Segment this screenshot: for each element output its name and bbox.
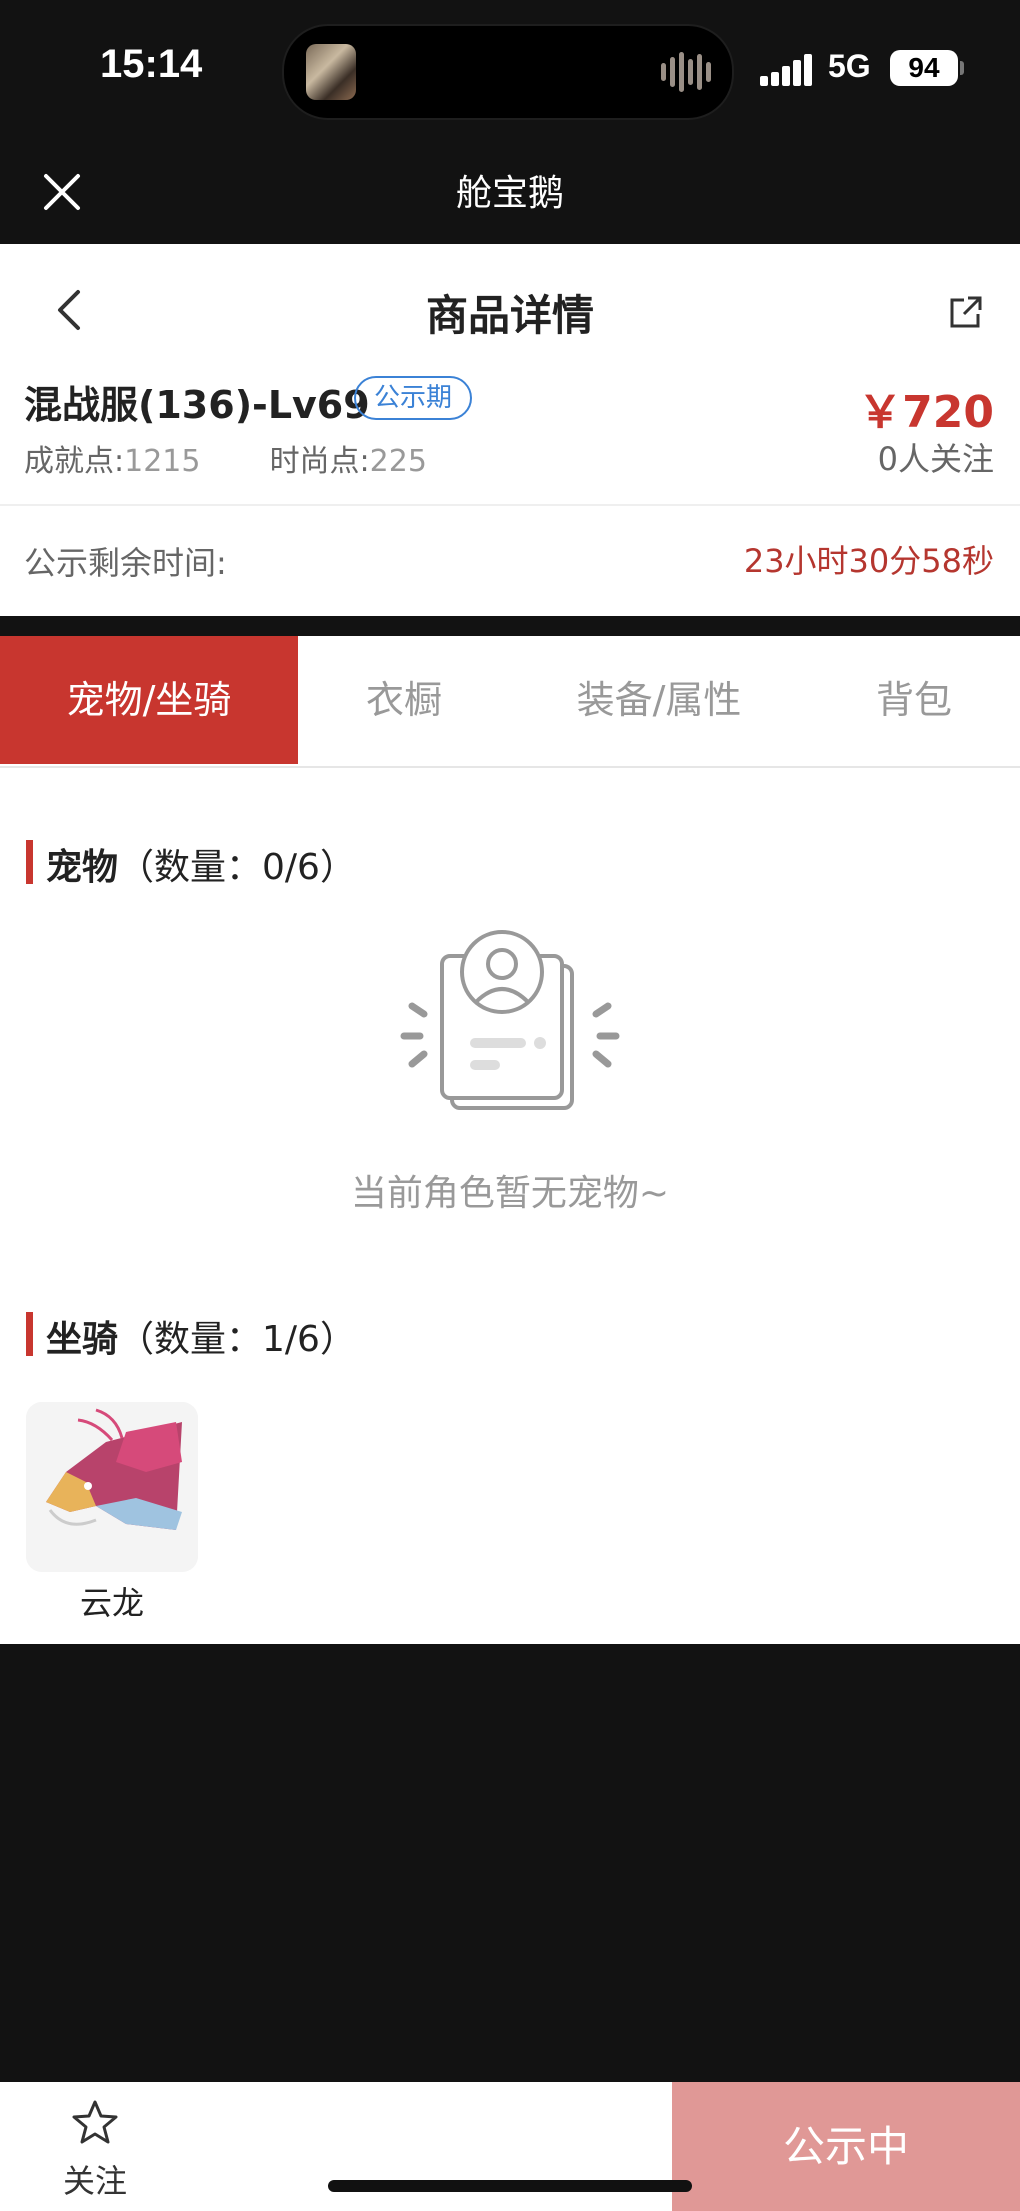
price: ￥720 — [858, 387, 994, 438]
empty-pets-icon — [400, 930, 620, 1110]
publicity-status-button[interactable]: 公示中 — [672, 2082, 1020, 2211]
empty-pets-text: 当前角色暂无宠物~ — [350, 1173, 670, 1214]
tab-pets-mounts[interactable]: 宠物/坐骑 — [0, 636, 298, 764]
achievement-value: 1215 — [124, 444, 201, 479]
home-indicator[interactable] — [328, 2180, 692, 2192]
timer-value: 23小时30分58秒 — [743, 542, 994, 580]
divider — [0, 504, 1020, 506]
share-icon[interactable] — [948, 294, 984, 330]
audio-wave-icon — [659, 52, 719, 92]
status-badge: 公示期 — [354, 376, 473, 420]
mounts-title: 坐骑 — [46, 1319, 119, 1360]
dragon-icon — [26, 1402, 198, 1572]
section-marker — [26, 1312, 33, 1356]
achievement-label: 成就点: — [24, 444, 125, 479]
signal-icon — [760, 54, 815, 86]
app-title: 舱宝鹅 — [455, 173, 564, 214]
now-playing-thumbnail — [306, 44, 356, 100]
mounts-count: （数量：1/6） — [118, 1319, 356, 1360]
mount-name: 云龙 — [79, 1584, 144, 1622]
pets-title: 宠物 — [46, 847, 119, 888]
tab-equipment[interactable]: 装备/属性 — [510, 636, 808, 764]
follower-count: 0人关注 — [877, 440, 994, 478]
tab-wardrobe[interactable]: 衣橱 — [298, 636, 510, 764]
battery-icon: 94 — [890, 50, 958, 86]
mount-item[interactable] — [26, 1402, 198, 1572]
product-stats: 成就点:1215 时尚点:225 — [24, 436, 427, 480]
product-name: 混战服(136)-Lv69 — [24, 383, 370, 427]
fashion-value: 225 — [369, 444, 427, 479]
battery-tip — [960, 61, 964, 75]
section-marker — [26, 840, 33, 884]
mounts-section-title: 坐骑（数量：1/6） — [46, 1310, 356, 1362]
star-icon[interactable] — [70, 2098, 120, 2148]
fashion-label: 时尚点: — [269, 444, 370, 479]
follow-button[interactable]: 关注 — [40, 2156, 150, 2202]
network-type: 5G — [828, 48, 871, 84]
dynamic-island — [282, 24, 734, 120]
status-time: 15:14 — [100, 42, 203, 86]
pets-count: （数量：0/6） — [118, 847, 356, 888]
tab-backpack[interactable]: 背包 — [808, 636, 1020, 764]
pets-section-title: 宠物（数量：0/6） — [46, 838, 356, 890]
page-title: 商品详情 — [425, 291, 594, 340]
timer-label: 公示剩余时间: — [24, 544, 227, 582]
tab-bar: 宠物/坐骑 衣橱 装备/属性 背包 — [0, 636, 1020, 768]
